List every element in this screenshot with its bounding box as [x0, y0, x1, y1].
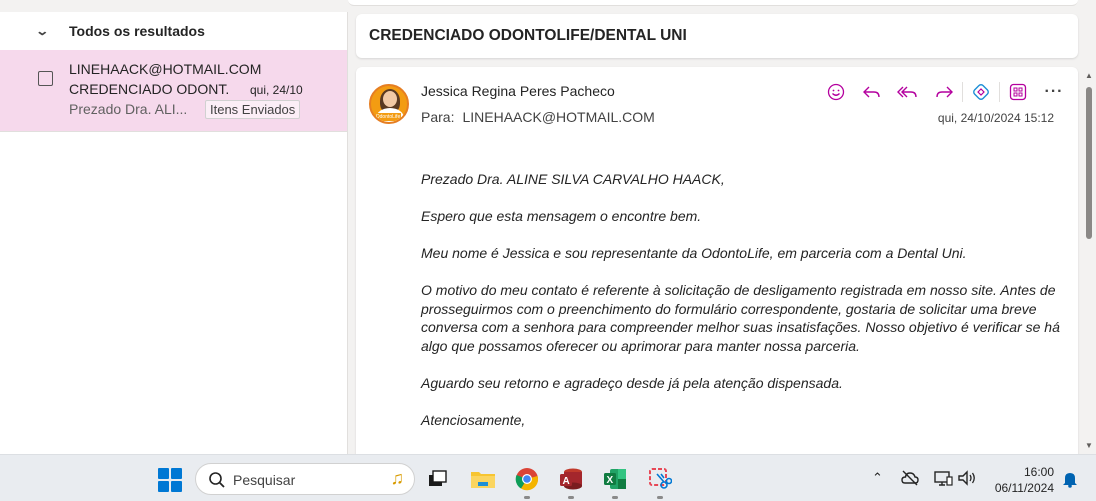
- sender-name[interactable]: Jessica Regina Peres Pacheco: [421, 83, 615, 99]
- reply-all-icon[interactable]: [890, 80, 926, 104]
- chrome-icon[interactable]: [513, 465, 541, 499]
- emoji-reaction-icon[interactable]: [818, 80, 854, 104]
- scroll-thumb[interactable]: [1086, 87, 1092, 239]
- taskbar: Pesquisar ♫ A X ⌃ 16:00 06/11/2024: [0, 454, 1096, 501]
- message-subject: CREDENCIADO ODONTOLIFE/DENTAL UNI: [369, 27, 687, 44]
- subject-header: CREDENCIADO ODONTOLIFE/DENTAL UNI: [356, 14, 1078, 58]
- search-placeholder: Pesquisar: [233, 472, 296, 488]
- cloud-offline-icon[interactable]: [900, 469, 920, 487]
- svg-text:X: X: [607, 475, 614, 486]
- body-paragraph: O motivo do meu contato é referente à so…: [421, 282, 1060, 354]
- notification-bell-icon[interactable]: [1062, 470, 1078, 488]
- monitor-icon[interactable]: [933, 469, 953, 487]
- to-label: Para:: [421, 109, 455, 125]
- reading-pane: OdontoLife Jessica Regina Peres Pacheco …: [356, 67, 1078, 454]
- task-view-icon[interactable]: [424, 465, 452, 493]
- search-icon: [209, 472, 225, 488]
- forward-icon[interactable]: [926, 80, 962, 104]
- more-icon[interactable]: ···: [1036, 80, 1072, 104]
- group-header[interactable]: ⌄ Todos os resultados: [0, 12, 347, 50]
- scroll-down-icon[interactable]: ▼: [1085, 441, 1093, 450]
- clock[interactable]: 16:00 06/11/2024: [988, 464, 1054, 496]
- windows-start-icon[interactable]: [158, 468, 182, 492]
- clock-time: 16:00: [1023, 465, 1054, 479]
- top-strip: [0, 0, 1096, 12]
- message-list-pane: ⌄ Todos os resultados LINEHAACK@HOTMAIL.…: [0, 12, 348, 454]
- body-paragraph: Prezado Dra. ALINE SILVA CARVALHO HAACK,: [421, 171, 725, 187]
- reply-icon[interactable]: [854, 80, 890, 104]
- avatar-badge: OdontoLife: [375, 113, 401, 121]
- list-item-date: qui, 24/10: [250, 83, 303, 97]
- reading-pane-scrollbar[interactable]: ▲ ▼: [1082, 67, 1096, 454]
- body-paragraph: Meu nome é Jessica e sou representante d…: [421, 245, 967, 261]
- body-paragraph: Atenciosamente,: [421, 411, 526, 428]
- select-checkbox[interactable]: [38, 71, 53, 86]
- message-body: Prezado Dra. ALINE SILVA CARVALHO HAACK,…: [421, 170, 1061, 448]
- list-item-sender: LINEHAACK@HOTMAIL.COM: [69, 61, 262, 77]
- chevron-up-icon[interactable]: ⌃: [872, 470, 883, 486]
- loop-icon[interactable]: [963, 80, 999, 104]
- access-icon[interactable]: A: [557, 465, 585, 499]
- body-paragraph: Espero que esta mensagem o encontre bem.: [421, 208, 702, 224]
- sent-date: qui, 24/10/2024 15:12: [937, 111, 1054, 125]
- file-explorer-icon[interactable]: [469, 465, 497, 493]
- group-label: Todos os resultados: [69, 23, 205, 39]
- folder-tag[interactable]: Itens Enviados: [205, 100, 301, 119]
- excel-icon[interactable]: X: [601, 465, 629, 499]
- recipient-line: Para: LINEHAACK@HOTMAIL.COM: [421, 109, 655, 125]
- recipient-address[interactable]: LINEHAACK@HOTMAIL.COM: [462, 109, 654, 125]
- body-paragraph: Aguardo seu retorno e agradeço desde já …: [421, 374, 843, 391]
- taskbar-search[interactable]: Pesquisar ♫: [195, 463, 415, 495]
- list-item-subject: CREDENCIADO ODONT...: [69, 81, 229, 97]
- list-item[interactable]: LINEHAACK@HOTMAIL.COM CREDENCIADO ODONT.…: [0, 50, 347, 132]
- snipping-tool-icon[interactable]: [646, 465, 674, 499]
- apps-icon[interactable]: [1000, 80, 1036, 104]
- saxophone-icon: ♫: [390, 468, 405, 488]
- volume-icon[interactable]: [957, 469, 977, 487]
- message-actions: ···: [818, 80, 1072, 104]
- avatar[interactable]: OdontoLife: [369, 84, 409, 124]
- svg-text:A: A: [563, 476, 570, 487]
- clock-date: 06/11/2024: [994, 481, 1054, 495]
- scroll-up-icon[interactable]: ▲: [1085, 71, 1093, 80]
- list-item-preview: Prezado Dra. ALI...: [69, 101, 188, 117]
- chevron-down-icon[interactable]: ⌄: [35, 24, 55, 38]
